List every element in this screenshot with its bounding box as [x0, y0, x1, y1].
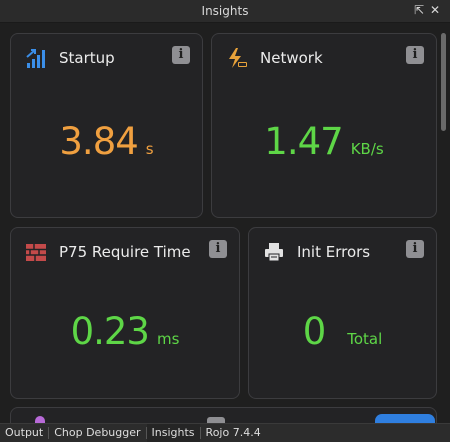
next-card-action-button[interactable]: [375, 414, 435, 423]
window-titlebar: Insights ⇱ ✕: [0, 0, 450, 23]
printer-icon: [265, 243, 283, 262]
require-time-card: P75 Require Time i 0.23 ms: [10, 227, 240, 399]
signal-bars-icon: [26, 49, 45, 68]
startup-info-icon[interactable]: i: [172, 46, 190, 64]
init-errors-value-unit: Total: [347, 330, 383, 348]
startup-label: Startup: [59, 49, 115, 67]
init-errors-value: 0 Total: [249, 310, 436, 353]
require-time-info-icon[interactable]: i: [209, 240, 227, 258]
require-time-value: 0.23 ms: [11, 310, 239, 353]
next-card-partial: [10, 407, 437, 423]
init-errors-value-number: 0: [302, 310, 327, 353]
network-info-icon[interactable]: i: [406, 46, 424, 64]
network-label: Network: [260, 49, 323, 67]
lightning-plug-icon: [229, 48, 247, 68]
panel-scrollbar[interactable]: [441, 33, 446, 131]
tab-rojo[interactable]: Rojo 7.4.4: [201, 424, 266, 442]
require-time-value-unit: ms: [156, 330, 180, 348]
network-value: 1.47 KB/s: [212, 120, 436, 163]
require-time-label: P75 Require Time: [59, 243, 191, 261]
network-card: Network i 1.47 KB/s: [211, 33, 437, 218]
startup-value: 3.84 s: [11, 120, 202, 163]
bottom-tab-bar: Output Chop Debugger Insights Rojo 7.4.4: [0, 423, 450, 442]
startup-card: Startup i 3.84 s: [10, 33, 203, 218]
startup-value-number: 3.84: [59, 120, 138, 163]
tab-insights[interactable]: Insights: [146, 424, 200, 442]
window-title: Insights: [201, 4, 249, 18]
next-card-icon: [35, 416, 45, 423]
init-errors-label: Init Errors: [297, 243, 371, 261]
tab-chop-debugger[interactable]: Chop Debugger: [49, 424, 145, 442]
insights-panel: Startup i 3.84 s Network i 1.47 KB/s P75…: [0, 23, 450, 423]
network-value-unit: KB/s: [350, 140, 384, 158]
startup-value-unit: s: [145, 140, 154, 158]
brick-wall-icon: [26, 244, 46, 261]
init-errors-card: Init Errors i 0 Total: [248, 227, 437, 399]
require-time-value-number: 0.23: [70, 310, 150, 353]
close-icon[interactable]: ✕: [428, 3, 442, 17]
network-value-number: 1.47: [264, 120, 343, 163]
tab-output[interactable]: Output: [0, 424, 48, 442]
init-errors-info-icon[interactable]: i: [406, 240, 424, 258]
undock-icon[interactable]: ⇱: [412, 3, 426, 17]
